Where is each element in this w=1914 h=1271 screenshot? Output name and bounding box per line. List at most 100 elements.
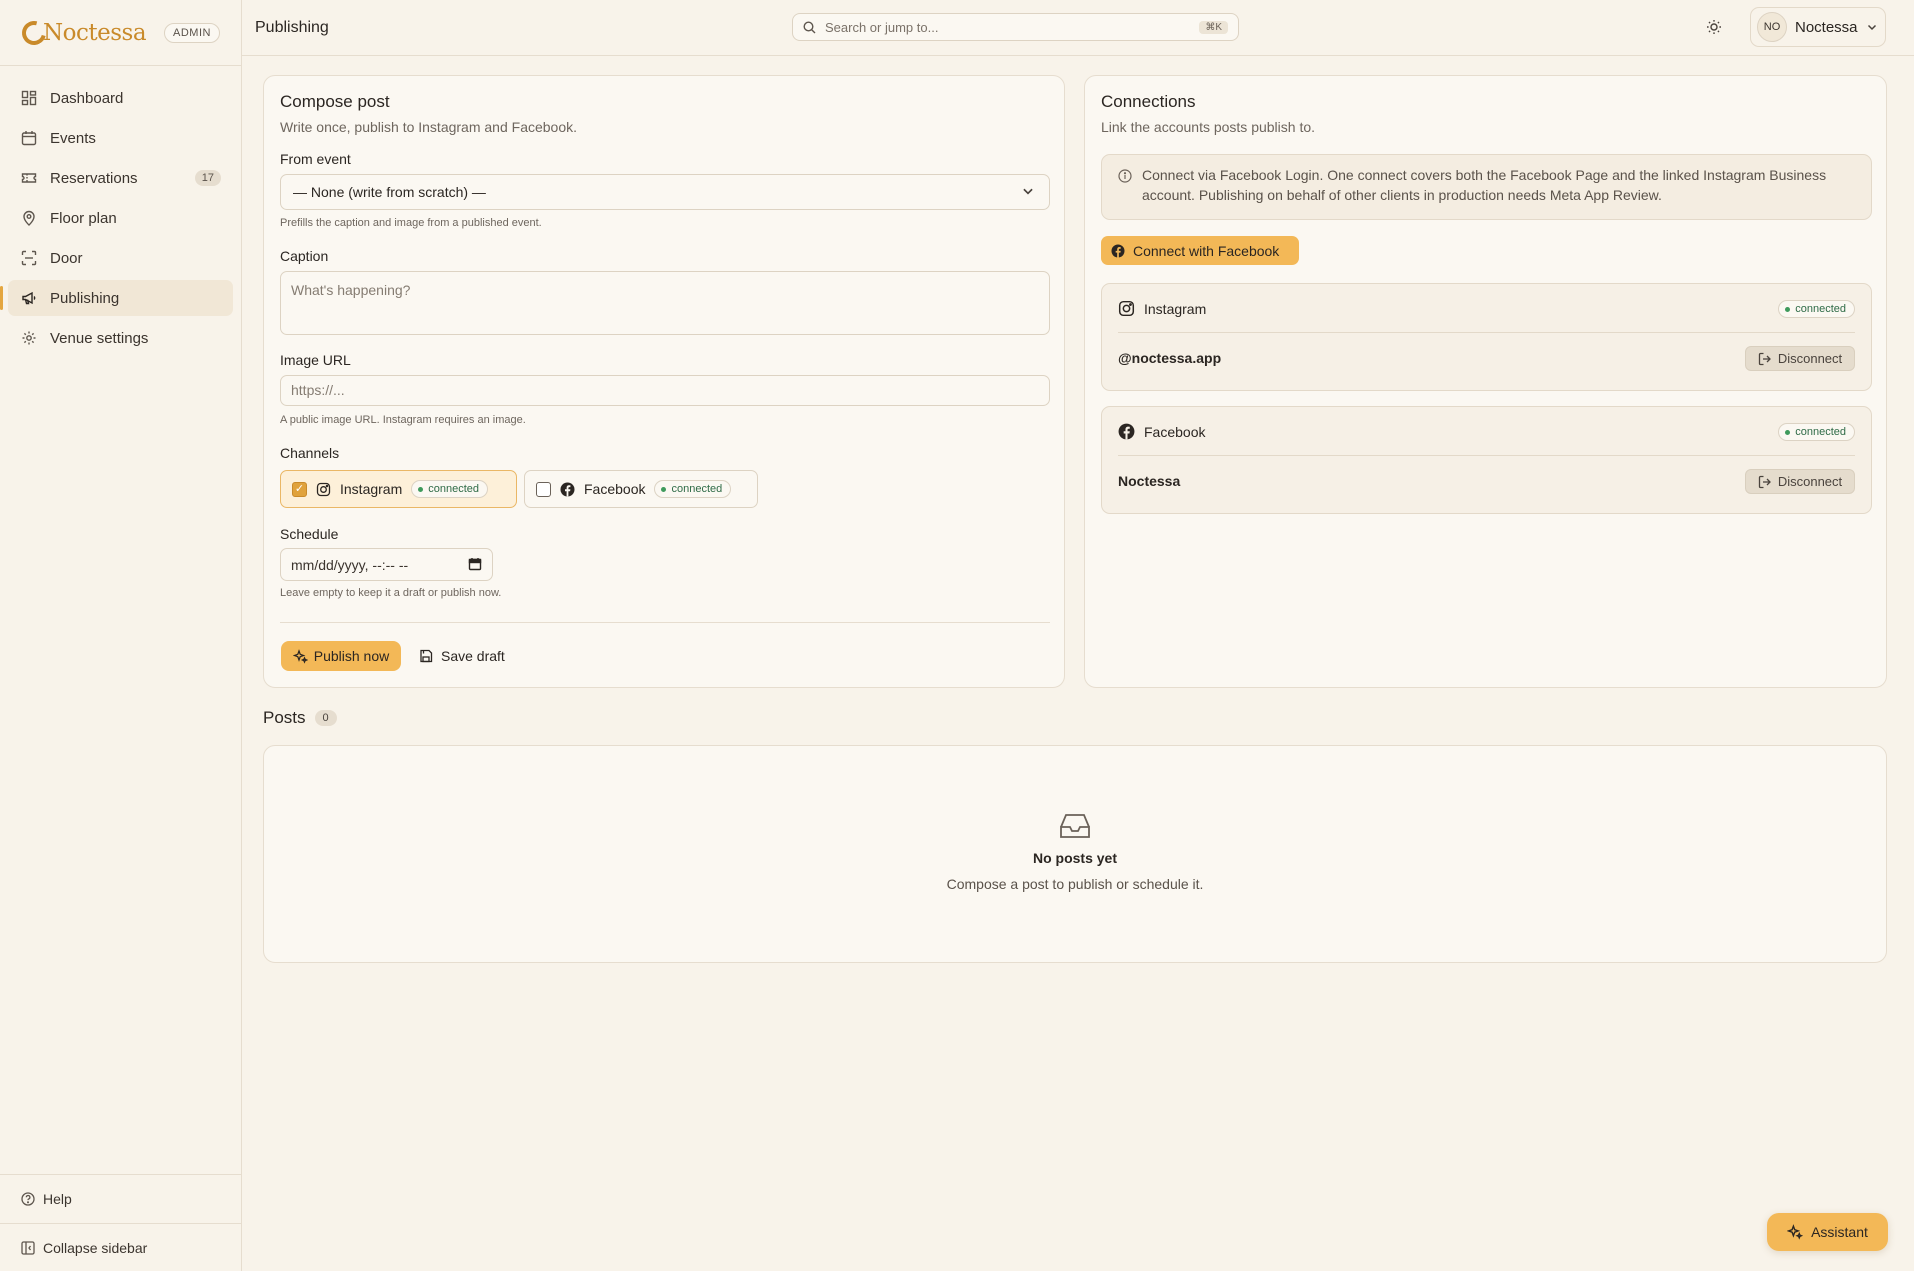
image-url-placeholder: https://...: [291, 382, 345, 398]
sidebar-item-door[interactable]: Door: [8, 240, 233, 276]
brand: Noctessa ADMIN: [0, 0, 241, 66]
sidebar-collapse-icon: [20, 1239, 35, 1257]
disconnect-facebook-button[interactable]: Disconnect: [1745, 469, 1855, 494]
instagram-icon: [316, 482, 331, 497]
sidebar-item-label: Reservations: [50, 169, 138, 187]
inbox-icon: [1059, 812, 1091, 840]
sidebar-item-venue-settings[interactable]: Venue settings: [8, 320, 233, 356]
save-draft-button[interactable]: Save draft: [419, 641, 505, 671]
channel-name: Facebook: [584, 481, 646, 497]
search-icon: [803, 20, 816, 34]
status-dot: [418, 486, 424, 492]
help-link[interactable]: Help: [0, 1175, 242, 1223]
facebook-checkbox[interactable]: [536, 481, 551, 497]
collapse-sidebar-button[interactable]: Collapse sidebar: [0, 1223, 242, 1271]
instagram-checkbox[interactable]: ✓: [292, 481, 307, 497]
facebook-icon: [1111, 243, 1125, 258]
info-notice: Connect via Facebook Login. One connect …: [1101, 154, 1872, 220]
account-header: Instagram: [1118, 300, 1206, 317]
account-platform: Instagram: [1144, 300, 1207, 317]
from-event-select[interactable]: — None (write from scratch) —: [280, 174, 1050, 210]
status-text: connected: [1795, 303, 1846, 315]
channel-facebook[interactable]: Facebook connected: [524, 470, 758, 508]
publish-now-label: Publish now: [313, 648, 390, 664]
status-text: connected: [1795, 426, 1846, 438]
disconnect-instagram-button[interactable]: Disconnect: [1745, 346, 1855, 371]
sidebar-item-label: Floor plan: [50, 209, 117, 227]
compose-title: Compose post: [280, 92, 390, 111]
sparkles-icon: [1787, 1224, 1804, 1240]
page-title: Publishing: [255, 18, 329, 36]
sidebar: Noctessa ADMIN Dashboard Events Reservat…: [0, 0, 242, 1271]
status-badge: connected: [1778, 300, 1855, 318]
sidebar-item-dashboard[interactable]: Dashboard: [8, 80, 233, 116]
info-icon: [1118, 169, 1132, 183]
assistant-button[interactable]: Assistant: [1767, 1213, 1888, 1251]
account-platform: Facebook: [1144, 423, 1206, 440]
sidebar-nav: Dashboard Events Reservations 17 Floor p…: [0, 66, 241, 356]
instagram-icon: [1118, 300, 1135, 317]
search-input[interactable]: Search or jump to... ⌘K: [792, 13, 1239, 41]
compose-subtitle: Write once, publish to Instagram and Fac…: [280, 119, 578, 135]
reservations-count-badge: 17: [194, 170, 221, 186]
user-name: Noctessa: [1795, 18, 1858, 36]
ticket-icon: [20, 169, 38, 187]
chevron-down-icon: [1866, 21, 1878, 33]
calendar-icon[interactable]: [468, 557, 482, 571]
status-dot: [661, 486, 667, 492]
schedule-placeholder: mm/dd/yyyy, --:-- --: [291, 556, 409, 573]
connect-facebook-label: Connect with Facebook: [1133, 242, 1280, 259]
posts-card: No posts yet Compose a post to publish o…: [263, 745, 1887, 963]
dashboard-icon: [20, 89, 38, 107]
save-draft-label: Save draft: [441, 648, 505, 664]
connect-facebook-button[interactable]: Connect with Facebook: [1101, 236, 1299, 265]
chevron-down-icon: [1021, 184, 1035, 198]
logo-text: Noctessa: [43, 19, 147, 46]
schedule-label: Schedule: [280, 526, 339, 542]
sparkles-icon: [292, 648, 308, 664]
sidebar-item-label: Venue settings: [50, 329, 149, 347]
from-event-hint: Prefills the caption and image from a pu…: [280, 217, 542, 229]
channel-instagram[interactable]: ✓ Instagram connected: [280, 470, 517, 508]
status-badge: connected: [411, 480, 489, 498]
sidebar-item-publishing[interactable]: Publishing: [0, 280, 233, 316]
account-handle: @noctessa.app: [1118, 350, 1222, 366]
sidebar-item-reservations[interactable]: Reservations 17: [8, 160, 233, 196]
from-event-label: From event: [280, 151, 351, 167]
user-menu[interactable]: NO Noctessa: [1750, 7, 1886, 47]
account-header: Facebook: [1118, 423, 1205, 440]
search-placeholder: Search or jump to...: [825, 19, 939, 35]
status-text: connected: [428, 483, 480, 495]
posts-title: Posts: [263, 708, 306, 727]
logo[interactable]: Noctessa: [17, 16, 147, 49]
connections-title: Connections: [1101, 92, 1196, 111]
compose-card: Compose post Write once, publish to Inst…: [263, 75, 1065, 688]
connections-subtitle: Link the accounts posts publish to.: [1101, 119, 1316, 135]
caption-label: Caption: [280, 248, 329, 264]
sidebar-item-label: Events: [50, 129, 96, 147]
account-card-facebook: Facebook connected Noctessa Disconnect: [1101, 406, 1872, 514]
assistant-label: Assistant: [1811, 1224, 1868, 1240]
theme-toggle-button[interactable]: [1704, 17, 1724, 37]
notice-text: Connect via Facebook Login. One connect …: [1142, 167, 1827, 203]
scan-icon: [20, 249, 38, 267]
sidebar-footer: Help Collapse sidebar: [0, 1174, 242, 1271]
logout-icon: [1758, 475, 1772, 489]
image-url-label: Image URL: [280, 352, 351, 368]
divider: [1118, 455, 1855, 456]
megaphone-icon: [20, 289, 38, 307]
schedule-datetime-input[interactable]: mm/dd/yyyy, --:-- --: [280, 548, 493, 581]
status-dot: [1785, 306, 1791, 312]
empty-state: No posts yet Compose a post to publish o…: [264, 812, 1886, 892]
sun-icon: [1706, 19, 1722, 35]
image-url-hint: A public image URL. Instagram requires a…: [280, 414, 526, 426]
caption-textarea[interactable]: What's happening?: [280, 271, 1050, 335]
posts-count-badge: 0: [314, 710, 337, 726]
image-url-input[interactable]: https://...: [280, 375, 1050, 406]
from-event-value: — None (write from scratch) —: [293, 184, 486, 200]
publish-now-button[interactable]: Publish now: [281, 641, 401, 671]
account-card-instagram: Instagram connected @noctessa.app Discon…: [1101, 283, 1872, 391]
sidebar-item-events[interactable]: Events: [8, 120, 233, 156]
sidebar-item-floor-plan[interactable]: Floor plan: [8, 200, 233, 236]
facebook-icon: [560, 482, 575, 497]
